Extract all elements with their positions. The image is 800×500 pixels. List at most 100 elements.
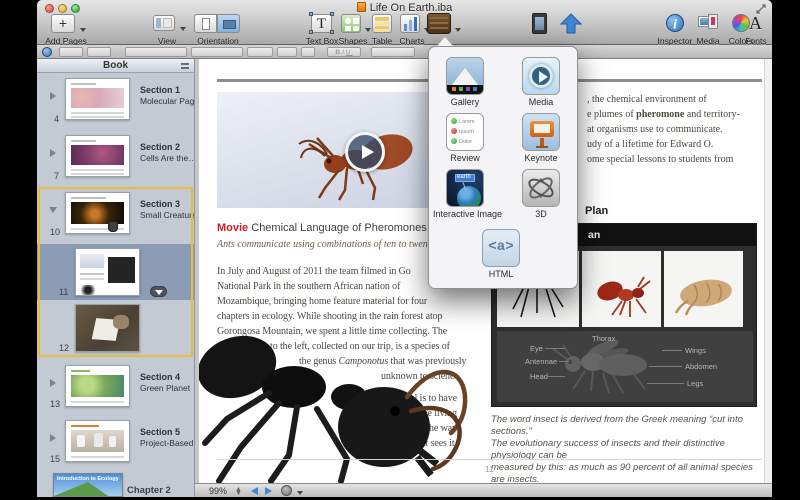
widget-media[interactable]: Media: [509, 57, 573, 107]
review-icon: Lorem Ipsum Dolor: [446, 113, 484, 151]
disclosure-triangle[interactable]: [50, 434, 56, 442]
anatomy-cell-ant[interactable]: [582, 251, 661, 327]
gear-menu-button[interactable]: [281, 485, 292, 496]
plus-icon: +: [51, 14, 75, 33]
app-window: Life On Earth.iba + Add Pages View Orien…: [37, 0, 772, 497]
page-thumbnail[interactable]: [65, 135, 130, 177]
right-column-line: at organisms use to communicate.: [587, 124, 723, 135]
window-title: Life On Earth.iba: [37, 2, 772, 14]
anatomy-label: Abdomen: [685, 362, 717, 371]
widget-gallery[interactable]: Gallery: [433, 57, 497, 107]
widget-3d[interactable]: 3D: [509, 169, 573, 219]
alignment-group[interactable]: [371, 47, 415, 57]
page-number: 10: [50, 227, 60, 237]
page-thumbnail-selected[interactable]: [75, 248, 140, 296]
threed-icon: [522, 169, 560, 207]
desktop: Life On Earth.iba + Add Pages View Orien…: [0, 0, 800, 500]
orientation-control[interactable]: Orientation: [189, 14, 247, 46]
zoom-level-select[interactable]: 99%: [209, 486, 227, 496]
page-number: 13: [50, 399, 60, 409]
previous-page-button[interactable]: [251, 487, 258, 495]
preview-button[interactable]: [525, 14, 555, 36]
view-button[interactable]: View: [145, 14, 189, 46]
character-style-control[interactable]: [87, 47, 111, 57]
thumbnail-menu-button[interactable]: [150, 286, 167, 297]
ipad-icon: [532, 13, 547, 34]
text-box-icon: T: [311, 14, 332, 33]
lesson-plan-heading-fragment: Plan: [585, 205, 608, 217]
carpenter-ant-photo: [199, 315, 479, 483]
orientation-landscape-icon[interactable]: [217, 14, 240, 33]
media-button[interactable]: Media: [690, 14, 726, 46]
play-button[interactable]: [345, 132, 385, 172]
anatomy-label: Antennae: [525, 357, 557, 366]
page-thumbnail[interactable]: [65, 365, 130, 407]
view-icon: [153, 15, 175, 31]
paragraph-style-control[interactable]: [59, 47, 83, 57]
page-number: 7: [54, 171, 59, 181]
background-color-well[interactable]: [301, 47, 315, 57]
page-thumbnail[interactable]: [65, 192, 130, 234]
page-number: 4: [54, 114, 59, 124]
publish-button[interactable]: [553, 14, 589, 36]
page-thumbnail[interactable]: [65, 420, 130, 462]
html-icon: <a>: [482, 229, 520, 267]
orientation-portrait-icon[interactable]: [194, 14, 217, 33]
section-label: Section 5Project-Based…: [140, 427, 195, 449]
page-thumbnail[interactable]: [75, 304, 140, 352]
page-footer-rule: [217, 459, 762, 460]
book-sidebar: Book 4 Section 1Molecular Pag… 7 Section…: [37, 59, 195, 497]
sidebar-header: Book: [37, 59, 194, 73]
popover-arrow: [437, 37, 453, 46]
text-color-well[interactable]: [277, 47, 297, 57]
gallery-icon: [446, 57, 484, 95]
disclosure-triangle-open[interactable]: [49, 207, 57, 213]
anatomy-label: Eye: [530, 344, 543, 353]
section-label: Section 2Cells Are the…: [140, 142, 195, 164]
body-line: National Park in the southern African na…: [217, 281, 400, 292]
font-family-select[interactable]: [125, 47, 187, 57]
style-menu-button[interactable]: [42, 47, 52, 57]
widget-interactive-image[interactable]: earth Interactive Image: [433, 169, 497, 219]
document-icon: [357, 2, 366, 12]
fonts-button[interactable]: A Fonts: [740, 14, 772, 46]
chapter-label: Chapter 2: [127, 485, 171, 496]
anatomy-label: Head: [530, 372, 548, 381]
page-thumbnail[interactable]: [65, 78, 130, 120]
list-view-icon[interactable]: [181, 63, 189, 69]
widget-review[interactable]: Lorem Ipsum Dolor Review: [433, 113, 497, 163]
right-column-line: ome special lessons to students from: [587, 154, 733, 165]
movie-widget[interactable]: [217, 92, 431, 208]
earth-tag-label: earth: [457, 174, 471, 180]
widgets-button[interactable]: [421, 14, 459, 36]
page-number: 15: [50, 454, 60, 464]
right-column-line: , the chemical environment of: [587, 94, 707, 105]
publish-arrow-icon: [559, 13, 583, 35]
section-label: Section 1Molecular Pag…: [140, 85, 195, 107]
movie-caption: Ants communicate using combinations of t…: [217, 239, 459, 250]
widget-keynote[interactable]: Keynote: [509, 113, 573, 163]
disclosure-triangle[interactable]: [50, 149, 56, 157]
next-page-button[interactable]: [265, 487, 272, 495]
font-size-select[interactable]: [247, 47, 273, 57]
body-line: In July and August of 2011 the team film…: [217, 266, 411, 277]
widgets-icon: [427, 13, 451, 34]
keynote-icon: [522, 113, 560, 151]
chapter-cover-title: Introduction to Ecology: [57, 476, 119, 482]
bold-italic-underline-group[interactable]: BIU: [327, 47, 361, 57]
fonts-icon: A: [749, 13, 762, 34]
widget-html[interactable]: <a> HTML: [469, 229, 533, 279]
widgets-popover: Gallery Media Lorem Ipsum Dolor Review K…: [428, 46, 578, 289]
disclosure-triangle[interactable]: [50, 379, 56, 387]
page-number: 11: [59, 287, 68, 297]
chapter-thumbnail[interactable]: Introduction to Ecology: [53, 473, 123, 497]
vertical-scrollbar[interactable]: [764, 59, 772, 483]
disclosure-triangle[interactable]: [50, 92, 56, 100]
section-label: Section 3Small Creature…: [140, 199, 195, 221]
anatomy-diagram: Eye Antennae Head Thorax Wings Abdomen L…: [497, 331, 753, 402]
font-typeface-select[interactable]: [191, 47, 243, 57]
body-line: Mozambique, bringing home feature materi…: [217, 296, 427, 307]
add-pages-button[interactable]: + Add Pages: [43, 14, 89, 46]
charts-icon: [400, 14, 420, 33]
anatomy-cell-larva[interactable]: [664, 251, 743, 327]
